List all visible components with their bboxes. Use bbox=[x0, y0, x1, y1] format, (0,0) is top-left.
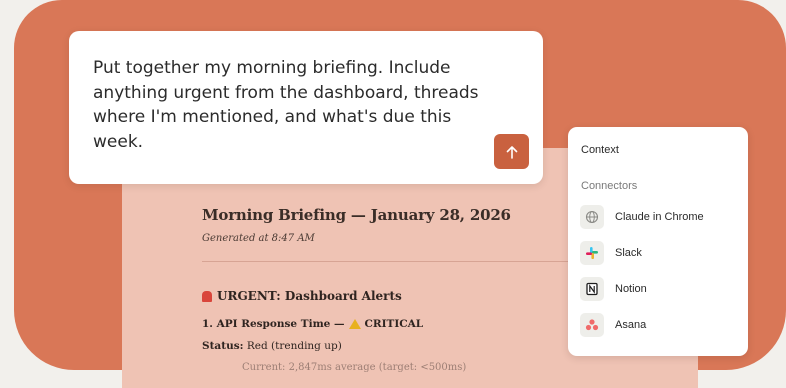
globe-icon bbox=[580, 205, 604, 229]
prompt-input[interactable]: Put together my morning briefing. Includ… bbox=[69, 31, 543, 184]
alert-item-text: 1. API Response Time — bbox=[202, 318, 345, 330]
prompt-text[interactable]: Put together my morning briefing. Includ… bbox=[93, 56, 493, 154]
briefing-generated-time: Generated at 8:47 AM bbox=[202, 233, 315, 244]
connector-label: Claude in Chrome bbox=[615, 211, 704, 223]
siren-icon bbox=[202, 290, 212, 302]
alert-item: 1. API Response Time — CRITICAL bbox=[202, 318, 423, 330]
alert-severity: CRITICAL bbox=[364, 318, 424, 330]
slack-icon bbox=[580, 241, 604, 265]
status-label: Status: bbox=[202, 340, 244, 352]
warning-icon bbox=[348, 319, 361, 329]
context-panel: Context Connectors Claude in Chrome Slac… bbox=[568, 127, 748, 356]
connectors-heading: Connectors bbox=[581, 180, 638, 192]
notion-icon bbox=[580, 277, 604, 301]
connector-label: Asana bbox=[615, 319, 647, 331]
connector-asana[interactable]: Asana bbox=[580, 312, 646, 338]
connector-label: Notion bbox=[615, 283, 647, 295]
alert-detail-line: Current: 2,847ms average (target: <500ms… bbox=[242, 362, 467, 373]
connector-slack[interactable]: Slack bbox=[580, 240, 642, 266]
briefing-title: Morning Briefing — January 28, 2026 bbox=[202, 206, 511, 224]
connector-label: Slack bbox=[615, 247, 642, 259]
alert-status: Status: Red (trending up) bbox=[202, 340, 342, 352]
context-title: Context bbox=[581, 144, 619, 156]
connector-notion[interactable]: Notion bbox=[580, 276, 647, 302]
send-button[interactable] bbox=[494, 134, 529, 169]
asana-icon bbox=[580, 313, 604, 337]
urgent-heading: URGENT: Dashboard Alerts bbox=[202, 289, 402, 303]
status-value: Red (trending up) bbox=[243, 340, 342, 352]
arrow-up-icon bbox=[506, 145, 517, 159]
connector-claude-in-chrome[interactable]: Claude in Chrome bbox=[580, 204, 704, 230]
urgent-heading-text: URGENT: Dashboard Alerts bbox=[217, 289, 402, 303]
